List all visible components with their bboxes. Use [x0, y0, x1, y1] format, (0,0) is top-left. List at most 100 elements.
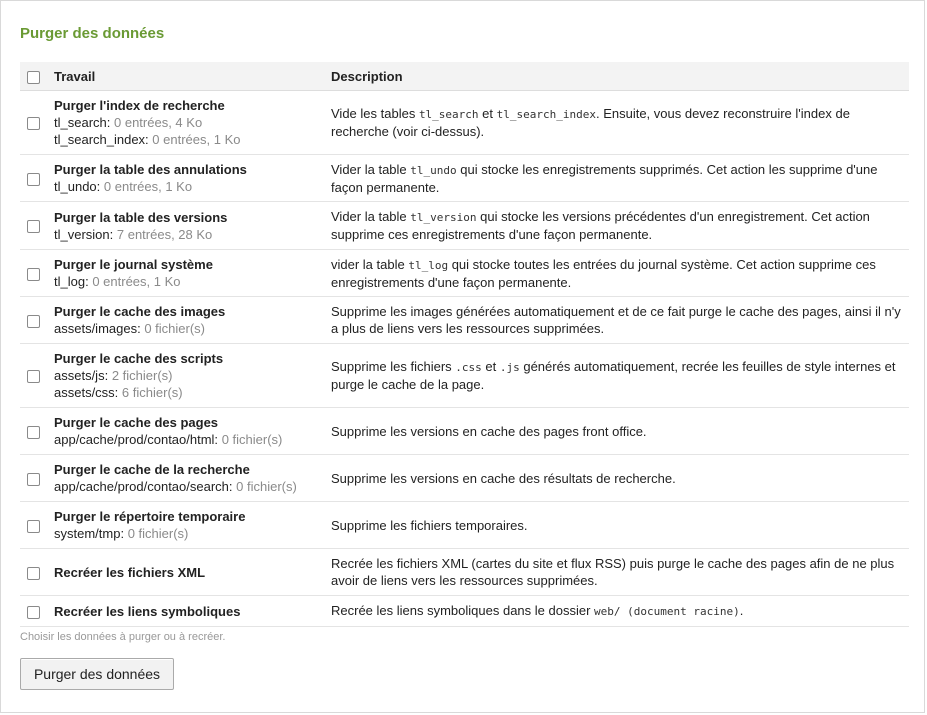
job-description: Vider la table tl_version qui stocke les…: [331, 201, 909, 250]
description-text: .: [739, 603, 744, 618]
job-row: Purger le cache des images assets/images:…: [20, 296, 909, 344]
description-text: Supprime les fichiers temporaires.: [331, 517, 528, 533]
description-code: .js: [499, 361, 520, 374]
stat-label: tl_log:: [54, 274, 89, 289]
job-row: Purger le cache des scripts assets/js: 2 …: [20, 343, 909, 408]
description-text: Supprime les fichiers: [331, 359, 456, 374]
stat-value: 6 fichier(s): [121, 385, 183, 400]
job-title: Purger le cache des scripts: [54, 351, 224, 366]
job-stat: tl_search: 0 entrées, 4 Ko: [54, 114, 331, 131]
job-stat: app/cache/prod/contao/html: 0 fichier(s): [54, 431, 331, 448]
job-stat: system/tmp: 0 fichier(s): [54, 525, 331, 542]
job-cell: Recréer les fichiers XML: [54, 548, 331, 596]
stat-value: 0 fichier(s): [221, 432, 283, 447]
jobs-body: Purger l'index de recherche tl_search: 0 …: [20, 90, 909, 627]
job-cell: Recréer les liens symboliques: [54, 595, 331, 627]
job-checkbox-cell: [20, 201, 54, 250]
job-row: Purger le cache des pages app/cache/prod/…: [20, 407, 909, 455]
purge-submit-button[interactable]: Purger des données: [20, 658, 174, 690]
job-description: Supprime les images générées automatique…: [331, 296, 909, 344]
job-stat: app/cache/prod/contao/search: 0 fichier(…: [54, 478, 331, 495]
stat-label: system/tmp:: [54, 526, 125, 541]
stat-value: 0 entrées, 1 Ko: [92, 274, 181, 289]
job-description: Recrée les fichiers XML (cartes du site …: [331, 548, 909, 596]
job-row: Purger la table des annulations tl_undo: …: [20, 154, 909, 202]
description-text: vider la table: [331, 256, 409, 272]
job-cell: Purger la table des annulations tl_undo: …: [54, 154, 331, 202]
stat-value: 0 entrées, 1 Ko: [103, 179, 193, 194]
job-stat: tl_search_index: 0 entrées, 1 Ko: [54, 131, 331, 148]
description-code: tl_version: [410, 211, 477, 224]
job-checkbox[interactable]: [27, 472, 40, 486]
description-text: Supprime les versions en cache des résul…: [331, 470, 676, 486]
job-stat: tl_version: 7 entrées, 28 Ko: [54, 226, 331, 243]
job-checkbox[interactable]: [27, 220, 40, 234]
stat-label: tl_version:: [54, 226, 114, 242]
job-cell: Purger le cache des pages app/cache/prod/…: [54, 407, 331, 455]
job-checkbox[interactable]: [27, 267, 40, 281]
job-checkbox-cell: [20, 154, 54, 202]
job-description: Supprime les fichiers .css et .js généré…: [331, 343, 909, 408]
job-checkbox-cell: [20, 407, 54, 455]
purge-panel: Purger des données Travail Description P…: [0, 0, 925, 713]
description-code: tl_log: [408, 258, 449, 272]
job-checkbox[interactable]: [27, 117, 40, 131]
job-cell: Purger l'index de recherche tl_search: 0 …: [54, 90, 331, 155]
header-checkbox-cell: [20, 62, 54, 91]
job-row: Purger le répertoire temporaire system/tm…: [20, 501, 909, 549]
job-checkbox[interactable]: [27, 425, 40, 439]
stat-value: 0 entrées, 1 Ko: [152, 132, 241, 147]
description-text: Vide les tables: [331, 106, 419, 121]
job-checkbox-cell: [20, 90, 54, 155]
job-cell: Purger la table des versions tl_version: …: [54, 201, 331, 250]
select-all-checkbox[interactable]: [27, 70, 40, 84]
job-title: Purger le journal système: [54, 257, 213, 272]
description-text: et: [478, 106, 497, 121]
stat-value: 0 fichier(s): [144, 321, 206, 336]
stat-label: assets/js:: [54, 368, 109, 383]
job-description: Vider la table tl_undo qui stocke les en…: [331, 154, 909, 202]
job-description: Supprime les fichiers temporaires.: [331, 501, 909, 549]
job-description: Vide les tables tl_search et tl_search_i…: [331, 90, 909, 155]
stat-label: tl_search_index:: [54, 132, 149, 147]
job-checkbox[interactable]: [27, 172, 40, 186]
job-stat: tl_log: 0 entrées, 1 Ko: [54, 273, 331, 290]
description-code: tl_search: [418, 108, 479, 121]
job-row: Purger le cache de la recherche app/cache…: [20, 454, 909, 502]
job-checkbox-cell: [20, 296, 54, 344]
job-stat: assets/css: 6 fichier(s): [54, 384, 331, 401]
stat-label: app/cache/prod/contao/search:: [54, 479, 233, 494]
header-job: Travail: [54, 62, 331, 91]
job-title: Purger le cache des images: [54, 304, 226, 319]
job-title: Purger le répertoire temporaire: [54, 509, 246, 524]
stat-value: 2 fichier(s): [111, 368, 173, 383]
help-text: Choisir les données à purger ou à recrée…: [20, 631, 226, 643]
description-code: tl_search_index: [496, 108, 596, 121]
description-text: Recrée les liens symboliques dans le dos…: [331, 603, 595, 618]
description-text: Supprime les versions en cache des pages…: [331, 423, 647, 439]
job-description: Supprime les versions en cache des résul…: [331, 454, 909, 502]
stat-value: 7 entrées, 28 Ko: [116, 226, 213, 242]
stat-value: 0 fichier(s): [127, 526, 189, 541]
description-text: Vider la table: [331, 209, 411, 224]
job-checkbox[interactable]: [27, 605, 40, 619]
stat-value: 0 entrées, 4 Ko: [114, 115, 203, 130]
job-checkbox-cell: [20, 454, 54, 502]
job-stat: assets/js: 2 fichier(s): [54, 367, 331, 384]
job-cell: Purger le cache de la recherche app/cache…: [54, 454, 331, 502]
job-stat: assets/images: 0 fichier(s): [54, 320, 331, 337]
stat-label: assets/css:: [54, 385, 119, 400]
job-checkbox[interactable]: [27, 519, 40, 533]
description-text: Recrée les fichiers XML (cartes du site …: [331, 556, 895, 588]
job-checkbox-cell: [20, 595, 54, 627]
job-cell: Purger le cache des scripts assets/js: 2 …: [54, 343, 331, 408]
stat-label: app/cache/prod/contao/html:: [54, 432, 219, 447]
job-row: Recréer les liens symboliques Recrée les …: [20, 595, 909, 627]
table-header-row: Travail Description: [20, 62, 909, 91]
job-cell: Purger le journal système tl_log: 0 entré…: [54, 249, 331, 297]
job-checkbox[interactable]: [27, 566, 40, 580]
job-checkbox[interactable]: [27, 314, 40, 328]
description-code: .css: [455, 361, 482, 374]
job-checkbox[interactable]: [27, 370, 40, 384]
stat-label: tl_search:: [54, 115, 111, 130]
